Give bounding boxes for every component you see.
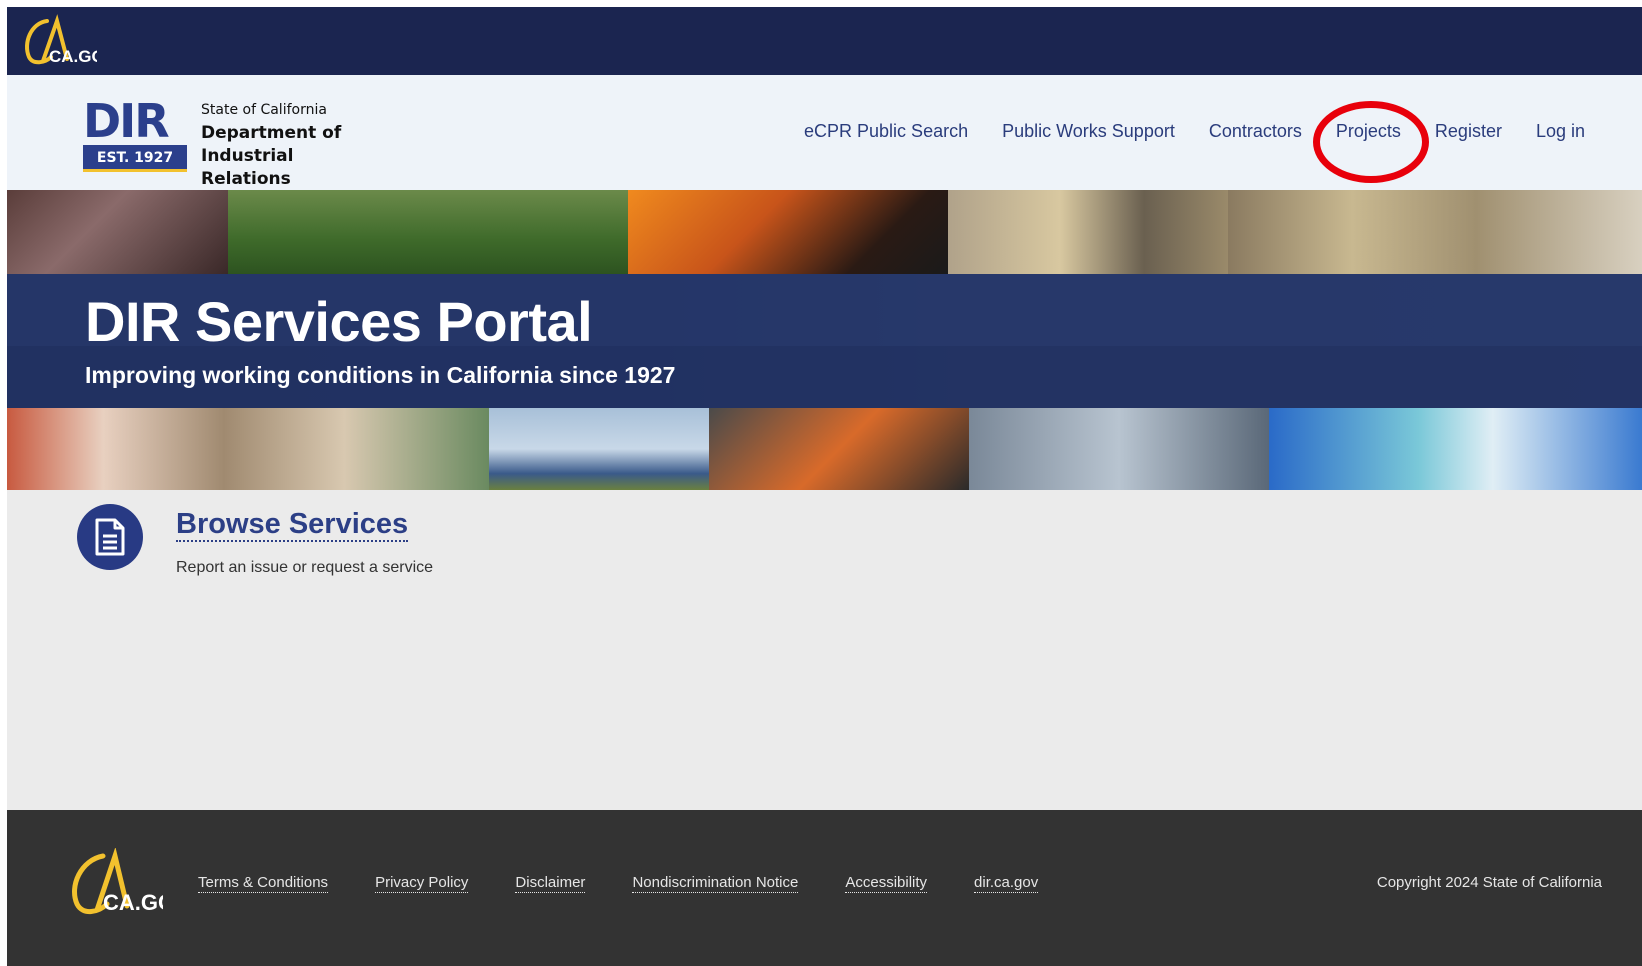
ca-gov-footer-logo[interactable]: CA.GOV <box>63 848 163 920</box>
footer-link-accessibility[interactable]: Accessibility <box>845 874 928 893</box>
svg-text:CA.GOV: CA.GOV <box>103 890 163 915</box>
footer-link-disclaimer[interactable]: Disclaimer <box>515 874 586 893</box>
org-name: State of California Department of Indust… <box>201 99 361 191</box>
org-line-state: State of California <box>201 102 327 118</box>
browse-services-link[interactable]: Browse Services <box>176 508 409 542</box>
org-line-dept: Department of <box>201 123 342 143</box>
svg-text:EST. 1927: EST. 1927 <box>97 150 173 166</box>
hero-banner: DIR Services Portal Improving working co… <box>7 190 1642 490</box>
footer-link-privacy[interactable]: Privacy Policy <box>375 874 469 893</box>
nav-public-works-support[interactable]: Public Works Support <box>985 113 1192 150</box>
document-icon[interactable] <box>77 504 143 570</box>
page-subtitle: Improving working conditions in Californ… <box>85 362 676 388</box>
nav-ecpr-public-search[interactable]: eCPR Public Search <box>787 113 985 150</box>
footer-link-nondiscrimination[interactable]: Nondiscrimination Notice <box>632 874 799 893</box>
main-nav: eCPR Public Search Public Works Support … <box>787 101 1602 183</box>
nav-register[interactable]: Register <box>1418 113 1519 150</box>
copyright-text: Copyright 2024 State of California <box>1376 874 1602 891</box>
nav-log-in[interactable]: Log in <box>1519 113 1602 150</box>
nav-contractors[interactable]: Contractors <box>1192 113 1319 150</box>
dir-logo[interactable]: DIR EST. 1927 State of California Depart… <box>81 93 361 189</box>
footer-link-terms[interactable]: Terms & Conditions <box>198 874 329 893</box>
nav-projects[interactable]: Projects <box>1312 101 1429 183</box>
svg-text:CA.GOV: CA.GOV <box>49 47 97 66</box>
svg-text:DIR: DIR <box>83 94 169 148</box>
hero-photo-strip-bottom <box>7 408 1642 490</box>
page-title: DIR Services Portal <box>85 290 593 353</box>
footer-links: Terms & Conditions Privacy Policy Discla… <box>198 874 1085 893</box>
dir-mark-icon: DIR EST. 1927 <box>83 94 187 172</box>
ca-gov-bar: CA.GOV <box>7 7 1642 75</box>
ca-gov-logo[interactable]: CA.GOV <box>17 13 97 69</box>
hero-photo-strip-top <box>7 190 1642 274</box>
browse-services-card: Browse Services Report an issue or reque… <box>77 504 577 604</box>
site-footer: CA.GOV Terms & Conditions Privacy Policy… <box>7 810 1642 966</box>
browse-services-description: Report an issue or request a service <box>176 559 434 576</box>
org-line-ir: Industrial Relations <box>201 146 294 189</box>
footer-link-dir-ca-gov[interactable]: dir.ca.gov <box>974 874 1039 893</box>
document-glyph <box>95 518 125 556</box>
site-header: DIR EST. 1927 State of California Depart… <box>7 75 1642 190</box>
page: CA.GOV DIR EST. 1927 State of California… <box>7 7 1642 966</box>
